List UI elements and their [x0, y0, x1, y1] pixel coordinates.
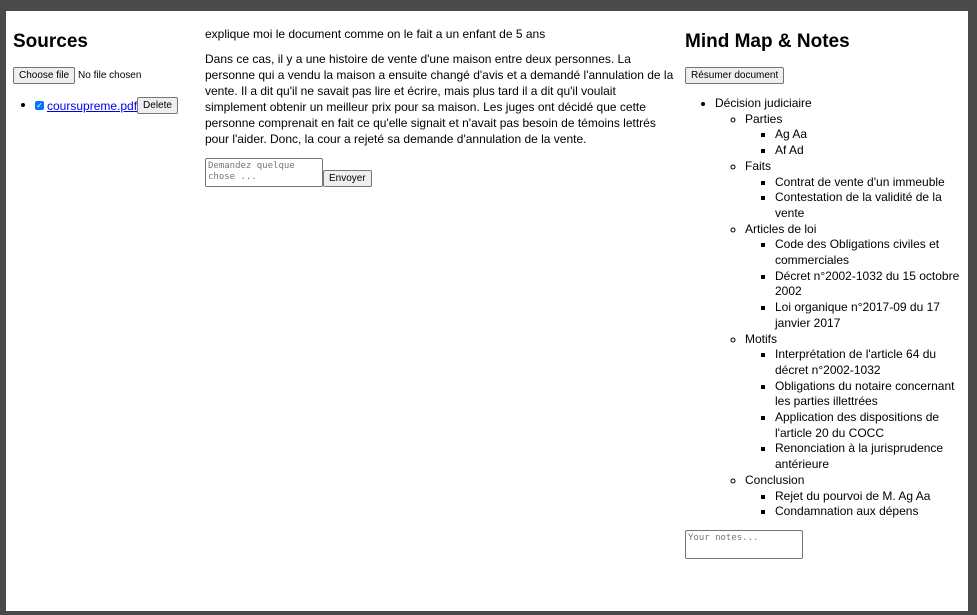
sources-title: Sources [13, 31, 88, 52]
mindmap-title: Mind Map & Notes [685, 31, 850, 52]
source-item: ✓ coursupreme.pdf Delete [35, 97, 193, 114]
mindmap-leaves: Ag Aa Af Ad [745, 127, 968, 158]
mindmap-leaf: Af Ad [775, 143, 968, 159]
question-input[interactable]: Demandez quelque chose ... [205, 158, 323, 187]
mindmap-tree: Décision judiciaire Parties Ag Aa Af Ad … [685, 96, 968, 520]
file-picker: Choose file No file chosen [13, 67, 193, 84]
mindmap-root: Décision judiciaire Parties Ag Aa Af Ad … [715, 96, 968, 520]
sources-panel: Sources Choose file No file chosen ✓ cou… [13, 11, 193, 114]
mindmap-leaf: Décret n°2002-1032 du 15 octobre 2002 [775, 269, 968, 300]
chat-panel: explique moi le document comme on le fai… [205, 11, 676, 187]
mindmap-leaf: Interprétation de l'article 64 du décret… [775, 347, 968, 378]
mindmap-branch-label: Conclusion [745, 472, 805, 487]
source-file-link[interactable]: coursupreme.pdf [47, 99, 137, 113]
mindmap-branch: Parties Ag Aa Af Ad [745, 112, 968, 159]
mindmap-branch: Faits Contrat de vente d'un immeuble Con… [745, 159, 968, 222]
mindmap-panel: Mind Map & Notes Résumer document Décisi… [685, 11, 968, 559]
mindmap-root-label: Décision judiciaire [715, 96, 812, 110]
mindmap-branch: Conclusion Rejet du pourvoi de M. Ag Aa … [745, 473, 968, 520]
mindmap-leaf: Obligations du notaire concernant les pa… [775, 379, 968, 410]
ask-row: Demandez quelque chose ... Envoyer [205, 158, 676, 187]
mindmap-leaves: Contrat de vente d'un immeuble Contestat… [745, 175, 968, 222]
mindmap-branch-label: Motifs [745, 331, 778, 346]
mindmap-branches: Parties Ag Aa Af Ad Faits Contrat de ven… [715, 112, 968, 520]
mindmap-branch-label: Faits [745, 158, 772, 173]
send-button[interactable]: Envoyer [323, 170, 372, 187]
mindmap-branch-label: Articles de loi [745, 221, 817, 236]
app-page: Sources Choose file No file chosen ✓ cou… [6, 11, 968, 611]
mindmap-leaf: Loi organique n°2017-09 du 17 janvier 20… [775, 300, 968, 331]
mindmap-leaves: Code des Obligations civiles et commerci… [745, 237, 968, 331]
source-checkbox[interactable]: ✓ [35, 101, 44, 110]
delete-source-button[interactable]: Delete [137, 97, 178, 114]
mindmap-leaf: Application des dispositions de l'articl… [775, 410, 968, 441]
mindmap-leaf: Code des Obligations civiles et commerci… [775, 237, 968, 268]
source-list: ✓ coursupreme.pdf Delete [13, 97, 193, 114]
mindmap-leaves: Rejet du pourvoi de M. Ag Aa Condamnatio… [745, 489, 968, 520]
mindmap-branch: Motifs Interprétation de l'article 64 du… [745, 332, 968, 473]
mindmap-leaf: Ag Aa [775, 127, 968, 143]
mindmap-leaves: Interprétation de l'article 64 du décret… [745, 347, 968, 473]
mindmap-leaf: Rejet du pourvoi de M. Ag Aa [775, 489, 968, 505]
mindmap-leaf: Condamnation aux dépens [775, 504, 968, 520]
mindmap-leaf: Contrat de vente d'un immeuble [775, 175, 968, 191]
mindmap-branch: Articles de loi Code des Obligations civ… [745, 222, 968, 332]
user-question: explique moi le document comme on le fai… [205, 27, 546, 41]
mindmap-leaf: Renonciation à la jurisprudence antérieu… [775, 441, 968, 472]
mindmap-leaf: Contestation de la validité de la vente [775, 190, 968, 221]
summarize-button[interactable]: Résumer document [685, 67, 785, 84]
mindmap-branch-label: Parties [745, 111, 783, 126]
choose-file-button[interactable]: Choose file [13, 67, 76, 84]
notes-input[interactable]: Your notes... [685, 529, 803, 559]
assistant-answer: Dans ce cas, il y a une histoire de vent… [205, 52, 674, 146]
file-status-text: No file chosen [78, 70, 142, 81]
